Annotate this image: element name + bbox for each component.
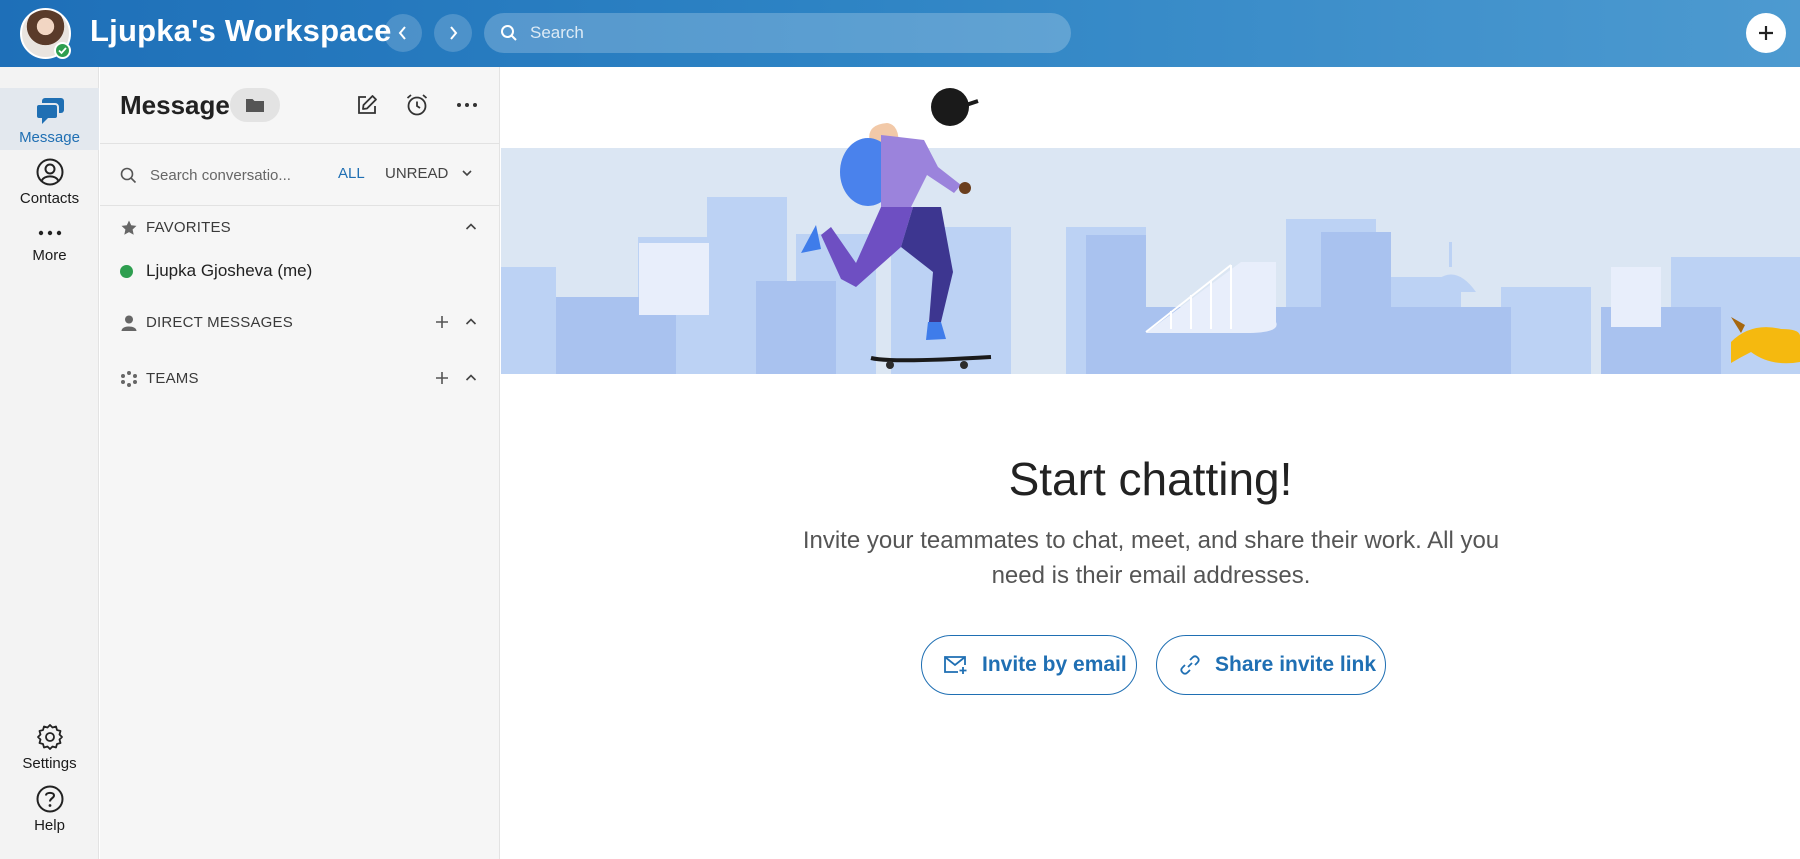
section-direct-messages[interactable]: DIRECT MESSAGES xyxy=(120,310,480,336)
person-icon xyxy=(121,315,137,331)
plus-icon[interactable] xyxy=(434,370,450,386)
rail-help-label: Help xyxy=(34,817,65,834)
section-direct-messages-label: DIRECT MESSAGES xyxy=(146,314,293,331)
search-icon xyxy=(501,25,517,41)
rail-contacts-label: Contacts xyxy=(19,190,80,207)
back-button[interactable] xyxy=(384,14,422,52)
global-search[interactable] xyxy=(484,13,1071,53)
chevron-up-icon[interactable] xyxy=(464,371,478,385)
rail-message-label: Message xyxy=(19,129,80,146)
divider xyxy=(100,143,500,144)
search-icon xyxy=(120,167,137,184)
rail-settings[interactable]: Settings xyxy=(0,722,99,782)
chevron-up-icon[interactable] xyxy=(464,315,478,329)
main-panel: Start chatting! Invite your teammates to… xyxy=(501,67,1800,859)
section-favorites[interactable]: FAVORITES xyxy=(120,215,480,241)
divider xyxy=(100,205,500,206)
rail-help[interactable]: Help xyxy=(0,784,99,844)
invite-by-email-button[interactable]: Invite by email xyxy=(921,635,1137,695)
folder-button[interactable] xyxy=(230,88,280,122)
chevron-up-icon[interactable] xyxy=(464,220,478,234)
chevron-down-icon[interactable] xyxy=(461,167,473,179)
section-teams-label: TEAMS xyxy=(146,370,199,387)
share-invite-link-label: Share invite link xyxy=(1215,653,1377,676)
app-rail: Message Contacts More Settings Help xyxy=(0,67,99,859)
chevron-right-icon xyxy=(450,26,458,40)
empty-state-subtext: Invite your teammates to chat, meet, and… xyxy=(802,527,1500,589)
gear-icon xyxy=(36,724,63,750)
chevron-left-icon xyxy=(398,26,406,40)
section-teams[interactable]: TEAMS xyxy=(120,366,480,392)
star-icon xyxy=(121,220,137,235)
filter-unread-tab[interactable]: UNREAD xyxy=(385,165,448,182)
invite-by-email-label: Invite by email xyxy=(982,653,1127,676)
rail-more-label: More xyxy=(32,247,67,264)
email-plus-icon xyxy=(944,656,967,674)
chat-bubbles-icon xyxy=(34,98,64,124)
empty-state-headline: Start chatting! xyxy=(1008,453,1293,505)
sidebar-more-button[interactable] xyxy=(453,91,481,119)
more-horizontal-icon xyxy=(38,230,61,236)
skateboarder-illustration xyxy=(501,88,1800,374)
sidebar-title: Message xyxy=(120,90,230,120)
help-icon xyxy=(36,785,63,813)
conversation-search-input[interactable] xyxy=(150,161,300,189)
workspace-title[interactable]: Ljupka's Workspace xyxy=(90,13,392,49)
folder-icon xyxy=(246,99,264,112)
online-status-icon xyxy=(120,265,133,278)
contact-icon xyxy=(36,158,63,186)
link-icon xyxy=(1180,655,1200,675)
rail-more[interactable]: More xyxy=(0,222,99,282)
add-button[interactable] xyxy=(1746,13,1786,53)
top-bar: Ljupka's Workspace xyxy=(0,0,1800,67)
rail-settings-label: Settings xyxy=(22,755,77,772)
section-favorites-label: FAVORITES xyxy=(146,219,231,236)
team-icon xyxy=(121,371,137,387)
plus-icon[interactable] xyxy=(434,314,450,330)
online-status-icon xyxy=(54,42,71,59)
message-sidebar: Message ALL UNREAD FAVORITES Ljupka xyxy=(100,67,500,859)
forward-button[interactable] xyxy=(434,14,472,52)
alarm-clock-icon xyxy=(406,94,428,116)
search-input[interactable] xyxy=(530,13,1050,53)
compose-icon xyxy=(358,95,377,114)
compose-button[interactable] xyxy=(353,91,381,119)
rail-contacts[interactable]: Contacts xyxy=(0,157,99,217)
rail-message[interactable]: Message xyxy=(0,88,99,150)
share-invite-link-button[interactable]: Share invite link xyxy=(1156,635,1386,695)
filter-all-tab[interactable]: ALL xyxy=(338,165,365,182)
plus-icon xyxy=(1759,26,1773,40)
reminder-button[interactable] xyxy=(403,91,431,119)
more-horizontal-icon xyxy=(457,103,477,107)
favorite-item-name: Ljupka Gjosheva (me) xyxy=(146,261,313,280)
